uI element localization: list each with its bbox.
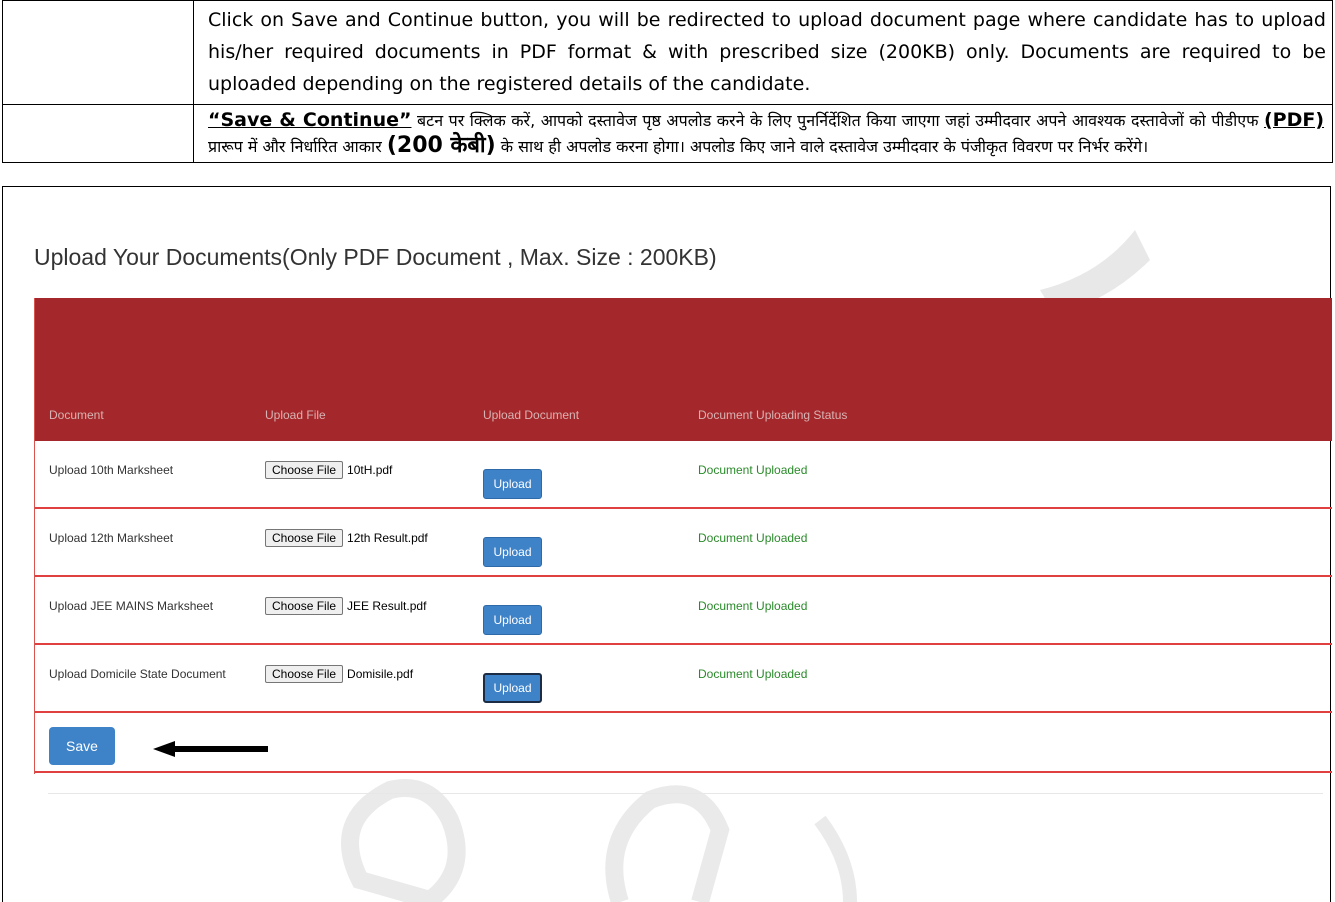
choose-file-button[interactable]: Choose File: [265, 529, 344, 547]
file-name: 12th Result.pdf: [347, 531, 428, 545]
hindi-text-2: प्रारूप में और निर्धारित आकार: [208, 137, 387, 156]
status-text: Document Uploaded: [698, 667, 808, 681]
file-name: JEE Result.pdf: [347, 599, 427, 613]
file-name: Domisile.pdf: [347, 667, 414, 681]
empty-cell: [2, 0, 194, 105]
table-row: Upload 10th Marksheet Choose File 10tH.pd…: [35, 441, 1332, 509]
save-continue-label: “Save & Continue”: [208, 109, 412, 131]
status-text: Document Uploaded: [698, 463, 808, 477]
column-header: Document: [49, 408, 104, 422]
hindi-instruction: “Save & Continue” बटन पर क्लिक करें, आपक…: [193, 104, 1333, 163]
upload-title: Upload Your Documents(Only PDF Document …: [34, 244, 717, 270]
choose-file-button[interactable]: Choose File: [265, 597, 344, 615]
divider: [48, 793, 1323, 794]
save-button[interactable]: Save: [49, 727, 115, 765]
document-label: Upload 12th Marksheet: [49, 531, 174, 545]
upload-button[interactable]: Upload: [483, 537, 542, 567]
hindi-text-3: के साथ ही अपलोड करना होगा। अपलोड किए जान…: [495, 137, 1149, 156]
pdf-label: (PDF): [1263, 109, 1325, 131]
hindi-text-1: बटन पर क्लिक करें, आपको दस्तावेज पृष्ठ अ…: [411, 111, 1264, 130]
upload-button[interactable]: Upload: [483, 673, 542, 703]
column-header: Document Uploading Status: [698, 408, 848, 422]
choose-file-button[interactable]: Choose File: [265, 461, 344, 479]
english-instruction: Click on Save and Continue button, you w…: [193, 0, 1333, 105]
status-text: Document Uploaded: [698, 599, 808, 613]
file-input[interactable]: Choose File 12th Result.pdf: [265, 529, 428, 547]
upload-button[interactable]: Upload: [483, 605, 542, 635]
choose-file-button[interactable]: Choose File: [265, 665, 344, 683]
table-header: Document Upload File Upload Document Doc…: [35, 298, 1332, 441]
document-label: Upload JEE MAINS Marksheet: [49, 599, 214, 613]
document-label: Upload 10th Marksheet: [49, 463, 174, 477]
upload-button[interactable]: Upload: [483, 469, 542, 499]
upload-grid: Document Upload File Upload Document Doc…: [34, 298, 1332, 774]
file-name: 10tH.pdf: [347, 463, 393, 477]
table-row: Upload Domicile State Document Choose Fi…: [35, 645, 1332, 713]
file-input[interactable]: Choose File 10tH.pdf: [265, 461, 392, 479]
file-input[interactable]: Choose File JEE Result.pdf: [265, 597, 426, 615]
table-row: Upload 12th Marksheet Choose File 12th Re…: [35, 509, 1332, 577]
file-input[interactable]: Choose File Domisile.pdf: [265, 665, 413, 683]
document-label: Upload Domicile State Document: [49, 667, 226, 681]
status-text: Document Uploaded: [698, 531, 808, 545]
save-row: Save: [35, 713, 1332, 773]
table-row: Upload JEE MAINS Marksheet Choose File JE…: [35, 577, 1332, 645]
empty-cell: [2, 104, 194, 163]
arrow-left-icon: [153, 741, 268, 757]
column-header: Upload File: [265, 408, 326, 422]
instruction-table: Click on Save and Continue button, you w…: [2, 0, 1333, 163]
size-label: (200 केबी): [386, 133, 496, 158]
column-header: Upload Document: [483, 408, 580, 422]
